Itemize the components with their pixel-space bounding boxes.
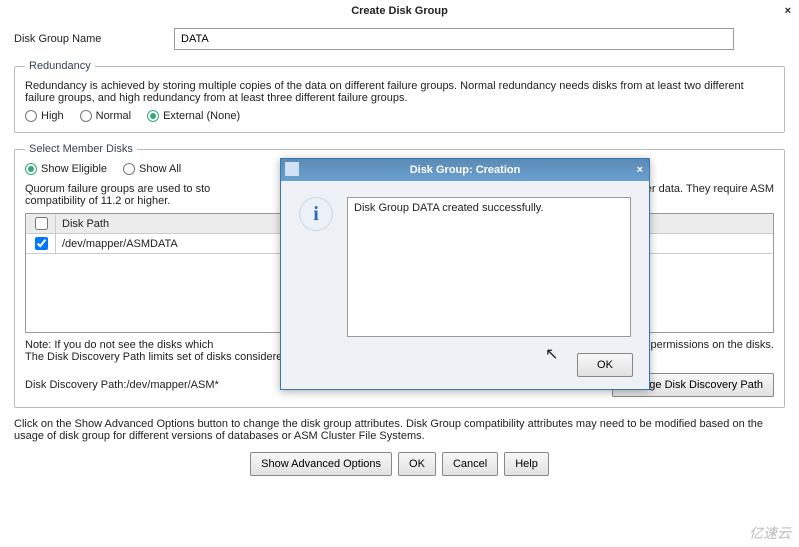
- redundancy-options: High Normal External (None): [25, 110, 774, 122]
- redundancy-description: Redundancy is achieved by storing multip…: [25, 80, 774, 104]
- disk-group-name-label: Disk Group Name: [14, 33, 174, 45]
- member-disks-legend: Select Member Disks: [25, 143, 137, 155]
- advice-text: Click on the Show Advanced Options butto…: [14, 418, 785, 442]
- bottom-buttons: Show Advanced Options OK Cancel Help: [14, 452, 785, 476]
- dialog-ok-button[interactable]: OK: [577, 353, 633, 377]
- show-all-radio[interactable]: Show All: [123, 163, 181, 175]
- window-title: Create Disk Group: [351, 5, 448, 17]
- header-checkbox[interactable]: [26, 214, 56, 233]
- row-checkbox[interactable]: [26, 234, 56, 253]
- ok-button[interactable]: OK: [398, 452, 436, 476]
- redundancy-normal[interactable]: Normal: [80, 110, 131, 122]
- redundancy-external[interactable]: External (None): [147, 110, 240, 122]
- name-row: Disk Group Name: [14, 28, 785, 50]
- redundancy-high[interactable]: High: [25, 110, 64, 122]
- discovery-path-label: Disk Discovery Path:/dev/mapper/ASM*: [25, 379, 219, 391]
- creation-dialog: Disk Group: Creation × i Disk Group DATA…: [280, 158, 650, 390]
- dialog-titlebar[interactable]: Disk Group: Creation ×: [281, 159, 649, 181]
- dialog-title: Disk Group: Creation: [410, 164, 521, 176]
- show-advanced-options-button[interactable]: Show Advanced Options: [250, 452, 392, 476]
- disk-group-name-input[interactable]: [174, 28, 734, 50]
- dialog-body: i Disk Group DATA created successfully.: [281, 181, 649, 347]
- redundancy-group: Redundancy Redundancy is achieved by sto…: [14, 60, 785, 133]
- show-eligible-radio[interactable]: Show Eligible: [25, 163, 107, 175]
- dialog-message: Disk Group DATA created successfully.: [347, 197, 631, 337]
- close-icon[interactable]: ×: [785, 0, 791, 22]
- help-button[interactable]: Help: [504, 452, 549, 476]
- window-titlebar: Create Disk Group ×: [0, 0, 799, 22]
- watermark: 亿速云: [749, 523, 791, 543]
- window-icon: [285, 162, 299, 176]
- cancel-button[interactable]: Cancel: [442, 452, 498, 476]
- info-icon: i: [299, 197, 333, 231]
- dialog-close-icon[interactable]: ×: [637, 159, 643, 181]
- dialog-footer: OK: [281, 347, 649, 389]
- redundancy-legend: Redundancy: [25, 60, 95, 72]
